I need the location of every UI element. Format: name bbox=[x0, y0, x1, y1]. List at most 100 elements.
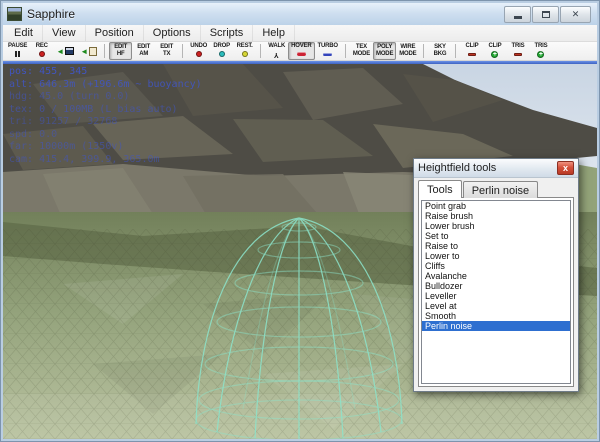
tool-item-point-grab[interactable]: Point grab bbox=[422, 201, 570, 211]
hud-line: cam: 415.4, 399.9, 365.0m bbox=[9, 154, 202, 167]
toolbar-button-label: WALK bbox=[268, 44, 285, 50]
toolbar-button-drop[interactable]: DROP bbox=[210, 42, 233, 60]
toolbar-button-edit-tx[interactable]: EDITTX bbox=[155, 42, 178, 60]
toolbar-button-label: TRIS bbox=[535, 44, 548, 50]
dot-icon bbox=[39, 51, 45, 58]
toolbar-button-clipboard-paste[interactable]: ◄ bbox=[77, 42, 100, 60]
toolbar-button-label: CLIP bbox=[466, 44, 479, 50]
dot-icon bbox=[196, 51, 202, 58]
close-button[interactable]: ✕ bbox=[560, 6, 591, 23]
window-title: Sapphire bbox=[27, 7, 75, 21]
toolbar-separator bbox=[423, 44, 424, 58]
terrain-viewport[interactable]: pos: 455, 345alt: 646.3m (+196.6m ~ buoy… bbox=[3, 64, 597, 439]
minimize-button[interactable] bbox=[504, 6, 531, 23]
toolbar-button-label: DROP bbox=[213, 44, 230, 50]
tool-item-raise-brush[interactable]: Raise brush bbox=[422, 211, 570, 221]
hud-line: pos: 455, 345 bbox=[9, 66, 202, 79]
toolbar-button-label: REST. bbox=[237, 44, 253, 50]
toolbar-button-label: MODE bbox=[399, 52, 416, 58]
tools-listbox[interactable]: Point grabRaise brushLower brushSet toRa… bbox=[421, 200, 571, 384]
dialog-close-button[interactable]: x bbox=[557, 161, 574, 175]
toolbar-button-label: CLIP bbox=[489, 44, 502, 50]
toolbar-button-label: TRIS bbox=[512, 44, 525, 50]
tool-item-leveller[interactable]: Leveller bbox=[422, 291, 570, 301]
app-window: Sapphire ✕ EditViewPositionOptionsScript… bbox=[0, 0, 600, 442]
tool-item-lower-to[interactable]: Lower to bbox=[422, 251, 570, 261]
floppy-save-icon: ◄ bbox=[56, 48, 74, 55]
toolbar-button-walk[interactable]: WALKY bbox=[265, 42, 288, 60]
toolbar-button-label: TX bbox=[163, 52, 170, 58]
minus-icon bbox=[468, 51, 476, 58]
toolbar-button-label: EDIT bbox=[160, 45, 173, 51]
tool-item-set-to[interactable]: Set to bbox=[422, 231, 570, 241]
toolbar-button-clip[interactable]: CLIP bbox=[460, 42, 483, 60]
toolbar-button-label: HOVER bbox=[291, 44, 311, 50]
tool-item-avalanche[interactable]: Avalanche bbox=[422, 271, 570, 281]
tab-perlin-noise[interactable]: Perlin noise bbox=[463, 181, 538, 198]
tool-item-cliffs[interactable]: Cliffs bbox=[422, 261, 570, 271]
dialog-tabs: ToolsPerlin noise bbox=[418, 181, 574, 198]
tools-tab-page: Point grabRaise brushLower brushSet toRa… bbox=[418, 197, 574, 387]
caption-buttons: ✕ bbox=[504, 6, 593, 23]
menu-scripts[interactable]: Scripts bbox=[201, 25, 254, 41]
menu-view[interactable]: View bbox=[43, 25, 86, 41]
turbo-dashes-icon bbox=[323, 51, 332, 58]
menu-help[interactable]: Help bbox=[253, 25, 295, 41]
toolbar-button-label: BKG bbox=[434, 52, 447, 58]
toolbar-button-poly-mode[interactable]: POLYMODE bbox=[373, 42, 396, 60]
hud-readout: pos: 455, 345alt: 646.3m (+196.6m ~ buoy… bbox=[9, 66, 202, 166]
toolbar-button-rest[interactable]: REST. bbox=[233, 42, 256, 60]
toolbar-separator bbox=[455, 44, 456, 58]
dot-icon bbox=[242, 51, 248, 58]
close-icon: ✕ bbox=[572, 9, 580, 20]
toolbar-button-tex-mode[interactable]: TEXMODE bbox=[350, 42, 373, 60]
toolbar-button-floppy-save[interactable]: ◄ bbox=[53, 42, 77, 60]
toolbar-button-edit-am[interactable]: EDITAM bbox=[132, 42, 155, 60]
minus-icon bbox=[514, 51, 522, 58]
toolbar-button-rec[interactable]: REC bbox=[30, 42, 53, 60]
toolbar-button-label: PAUSE bbox=[8, 44, 27, 50]
heightfield-tools-dialog: Heightfield tools x ToolsPerlin noise Po… bbox=[413, 158, 579, 392]
tool-item-level-at[interactable]: Level at bbox=[422, 301, 570, 311]
toolbar-button-tris[interactable]: TRIS bbox=[506, 42, 529, 60]
tool-item-lower-brush[interactable]: Lower brush bbox=[422, 221, 570, 231]
toolbar-button-sky-bkg[interactable]: SKYBKG bbox=[428, 42, 451, 60]
tool-item-smooth[interactable]: Smooth bbox=[422, 311, 570, 321]
toolbar-button-label: UNDO bbox=[190, 44, 207, 50]
tool-item-perlin-noise[interactable]: Perlin noise bbox=[422, 321, 570, 331]
toolbar-button-edit-hf[interactable]: EDITHF bbox=[109, 42, 132, 60]
maximize-icon bbox=[542, 11, 550, 18]
toolbar-button-label: TURBO bbox=[318, 44, 338, 50]
toolbar-button-label: SKY bbox=[434, 45, 446, 51]
toolbar-button-hover[interactable]: HOVER bbox=[288, 42, 314, 60]
toolbar-button-clip[interactable]: CLIP+ bbox=[483, 42, 506, 60]
tab-tools[interactable]: Tools bbox=[418, 180, 462, 198]
menu-options[interactable]: Options bbox=[144, 25, 201, 41]
toolbar-button-wire-mode[interactable]: WIREMODE bbox=[396, 42, 419, 60]
dialog-title-bar[interactable]: Heightfield tools x bbox=[414, 159, 578, 178]
clipboard-paste-icon: ◄ bbox=[80, 48, 97, 55]
maximize-button[interactable] bbox=[532, 6, 559, 23]
dialog-title: Heightfield tools bbox=[418, 162, 496, 174]
tool-item-bulldozer[interactable]: Bulldozer bbox=[422, 281, 570, 291]
walk-figure-icon: Y bbox=[274, 51, 279, 58]
tool-item-raise-to[interactable]: Raise to bbox=[422, 241, 570, 251]
toolbar-separator bbox=[104, 44, 105, 58]
toolbar-button-label: AM bbox=[139, 52, 148, 58]
dot-icon bbox=[219, 51, 225, 58]
minimize-icon bbox=[514, 16, 522, 19]
menu-position[interactable]: Position bbox=[86, 25, 144, 41]
menu-bar: EditViewPositionOptionsScriptsHelp bbox=[3, 25, 597, 42]
toolbar-button-turbo[interactable]: TURBO bbox=[315, 42, 341, 60]
toolbar-button-label: MODE bbox=[376, 52, 393, 58]
title-bar[interactable]: Sapphire ✕ bbox=[3, 3, 597, 25]
toolbar-button-label: REC bbox=[36, 44, 48, 50]
hud-line: alt: 646.3m (+196.6m ~ buoyancy) bbox=[9, 79, 202, 92]
toolbar-button-undo[interactable]: UNDO bbox=[187, 42, 210, 60]
pause-bars-icon bbox=[15, 51, 20, 58]
toolbar-button-label: EDIT bbox=[114, 45, 127, 51]
hud-line: tri: 91257 / 32768 bbox=[9, 116, 202, 129]
toolbar-button-tris[interactable]: TRIS+ bbox=[529, 42, 552, 60]
menu-edit[interactable]: Edit bbox=[5, 25, 43, 41]
toolbar-button-pause[interactable]: PAUSE bbox=[5, 42, 30, 60]
